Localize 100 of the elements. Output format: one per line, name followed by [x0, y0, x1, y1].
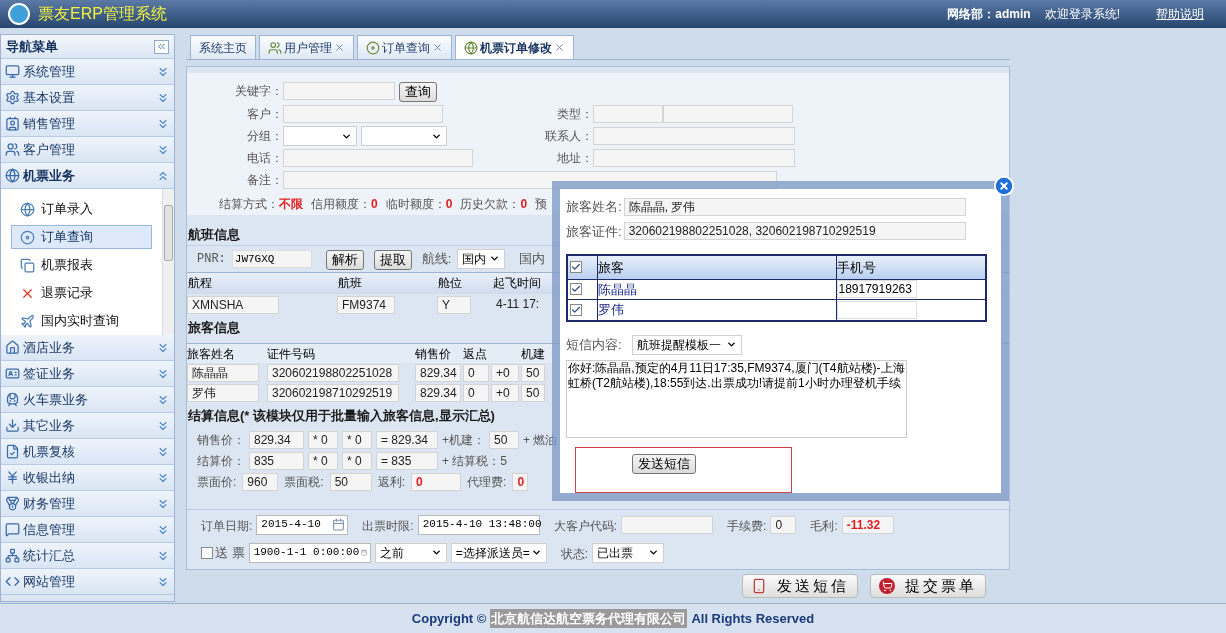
text-field[interactable]: * 0: [308, 430, 338, 449]
action-button[interactable]: 提交票单: [870, 574, 986, 598]
menu-item[interactable]: 系统管理: [1, 59, 174, 85]
dropdown[interactable]: 航班提醒模板一: [631, 334, 742, 355]
text-field[interactable]: FM9374: [337, 295, 395, 314]
rights-text: All Rights Reserved: [691, 609, 815, 628]
text-field[interactable]: -11.32: [841, 515, 894, 534]
text-field[interactable]: 960: [242, 472, 279, 491]
field-label: 结算方式：: [219, 196, 279, 213]
menu-item[interactable]: 其它业务: [1, 413, 174, 439]
text-field[interactable]: 50: [329, 472, 372, 491]
text-field[interactable]: XMNSHA: [187, 295, 279, 314]
button[interactable]: 发送短信: [632, 454, 696, 475]
checkbox[interactable]: [570, 303, 582, 316]
text-field[interactable]: [283, 149, 473, 167]
checkbox[interactable]: [570, 283, 582, 296]
menu-item[interactable]: 收银出纳: [1, 465, 174, 491]
text-field[interactable]: 320602198802251028: [267, 364, 399, 382]
text-field[interactable]: * 0: [342, 451, 372, 470]
submenu-item[interactable]: 订单查询: [11, 225, 152, 249]
menu-item[interactable]: 财务管理: [1, 491, 174, 517]
checkbox[interactable]: [201, 546, 213, 559]
text-field[interactable]: [283, 105, 443, 123]
menu-item[interactable]: 火车票业务: [1, 387, 174, 413]
dropdown[interactable]: =选择派送员=: [450, 542, 547, 563]
menu-item[interactable]: 签证业务: [1, 361, 174, 387]
text-field[interactable]: 0: [463, 364, 489, 382]
text-field[interactable]: [593, 105, 663, 123]
text-field[interactable]: Y: [437, 295, 471, 314]
phone-field[interactable]: 18917919263: [836, 280, 917, 299]
company-name: 北京航信达航空票务代理有限公司: [490, 608, 688, 629]
text-field[interactable]: 320602198710292519: [267, 384, 399, 402]
submenu-item[interactable]: 订单录入: [11, 197, 152, 221]
tab[interactable]: 订单查询: [357, 35, 452, 59]
menu-item[interactable]: 机票复核: [1, 439, 174, 465]
field-label: 票面税:: [284, 473, 324, 491]
text-field[interactable]: [621, 515, 714, 534]
menu-item[interactable]: 统计汇总: [1, 543, 174, 569]
close-icon[interactable]: [993, 175, 1015, 197]
checkbox[interactable]: [570, 261, 582, 274]
dropdown[interactable]: [361, 126, 447, 146]
text-field[interactable]: 50: [521, 364, 545, 382]
date-field[interactable]: 2015-4-10: [256, 514, 349, 535]
menu-item[interactable]: 机票业务: [1, 163, 174, 189]
menu-item[interactable]: 网站管理: [1, 569, 174, 595]
text-field[interactable]: 0: [770, 515, 797, 534]
menu-item[interactable]: 客户管理: [1, 137, 174, 163]
menu-item[interactable]: 基本设置: [1, 85, 174, 111]
help-link[interactable]: 帮助说明: [1156, 5, 1204, 23]
cart-icon: [879, 578, 895, 594]
text-field[interactable]: 829.34: [249, 430, 304, 449]
button[interactable]: 提取: [373, 249, 412, 270]
date-field[interactable]: 1900-1-1 0:00:00: [248, 542, 371, 563]
text-field[interactable]: 829.34: [415, 364, 461, 382]
submenu-item[interactable]: 机票报表: [11, 253, 152, 277]
dropdown[interactable]: 已出票: [591, 542, 664, 563]
phone-field[interactable]: [836, 300, 917, 319]
tab[interactable]: 系统主页: [190, 35, 256, 59]
close-icon[interactable]: [432, 42, 443, 53]
button[interactable]: 查询: [399, 82, 437, 102]
message-area[interactable]: 你好:陈晶晶,预定的4月11日17:35,FM9374,厦门(T4航站楼)-上海虹桥(T2航站楼),18:55到达.出票成功!请提前1小时办理登机手续: [566, 359, 907, 439]
text-field[interactable]: +0: [491, 364, 519, 382]
button[interactable]: 解析: [325, 249, 364, 270]
dropdown[interactable]: 国内: [457, 248, 506, 269]
text-field[interactable]: 0: [512, 472, 529, 491]
dropdown[interactable]: [283, 126, 357, 146]
dropdown[interactable]: 之前: [374, 542, 447, 563]
close-icon[interactable]: [554, 42, 565, 53]
menu-item[interactable]: 信息管理: [1, 517, 174, 543]
text-field[interactable]: 0: [463, 384, 489, 402]
text-field[interactable]: 829.34: [415, 384, 461, 402]
date-field[interactable]: 2015-4-10 13:48:00: [417, 514, 540, 535]
text-field[interactable]: 0: [411, 472, 462, 491]
text-field[interactable]: * 0: [308, 451, 338, 470]
text-field[interactable]: [283, 82, 395, 100]
action-button[interactable]: 发送短信: [742, 574, 858, 598]
text-field[interactable]: 50: [489, 430, 519, 449]
text-field[interactable]: [663, 105, 793, 123]
menu-item[interactable]: 酒店业务: [1, 335, 174, 361]
submenu-item[interactable]: 国内实时查询: [11, 309, 152, 333]
pnr-field[interactable]: JW7GXQ: [231, 249, 312, 268]
text-field[interactable]: 罗伟: [187, 384, 259, 402]
text-field[interactable]: +0: [491, 384, 519, 402]
text-field[interactable]: * 0: [342, 430, 372, 449]
text-field[interactable]: [593, 127, 795, 145]
tab[interactable]: 用户管理: [259, 35, 354, 59]
text-field[interactable]: 陈晶晶, 罗伟: [623, 197, 966, 216]
text-field[interactable]: 320602198802251028, 320602198710292519: [623, 222, 966, 241]
text-field[interactable]: 50: [521, 384, 545, 402]
text-field[interactable]: 陈晶晶: [187, 364, 259, 382]
text-field[interactable]: [593, 149, 795, 167]
text-field[interactable]: = 829.34: [376, 430, 438, 449]
menu-item[interactable]: 销售管理: [1, 111, 174, 137]
close-icon[interactable]: [334, 42, 345, 53]
submenu-item[interactable]: 退票记录: [11, 281, 152, 305]
tab[interactable]: 机票订单修改: [455, 35, 574, 59]
text-field[interactable]: 4-11 17:: [492, 295, 552, 314]
text-field[interactable]: = 835: [376, 451, 438, 470]
text-field[interactable]: 835: [249, 451, 304, 470]
collapse-button[interactable]: [154, 39, 169, 54]
